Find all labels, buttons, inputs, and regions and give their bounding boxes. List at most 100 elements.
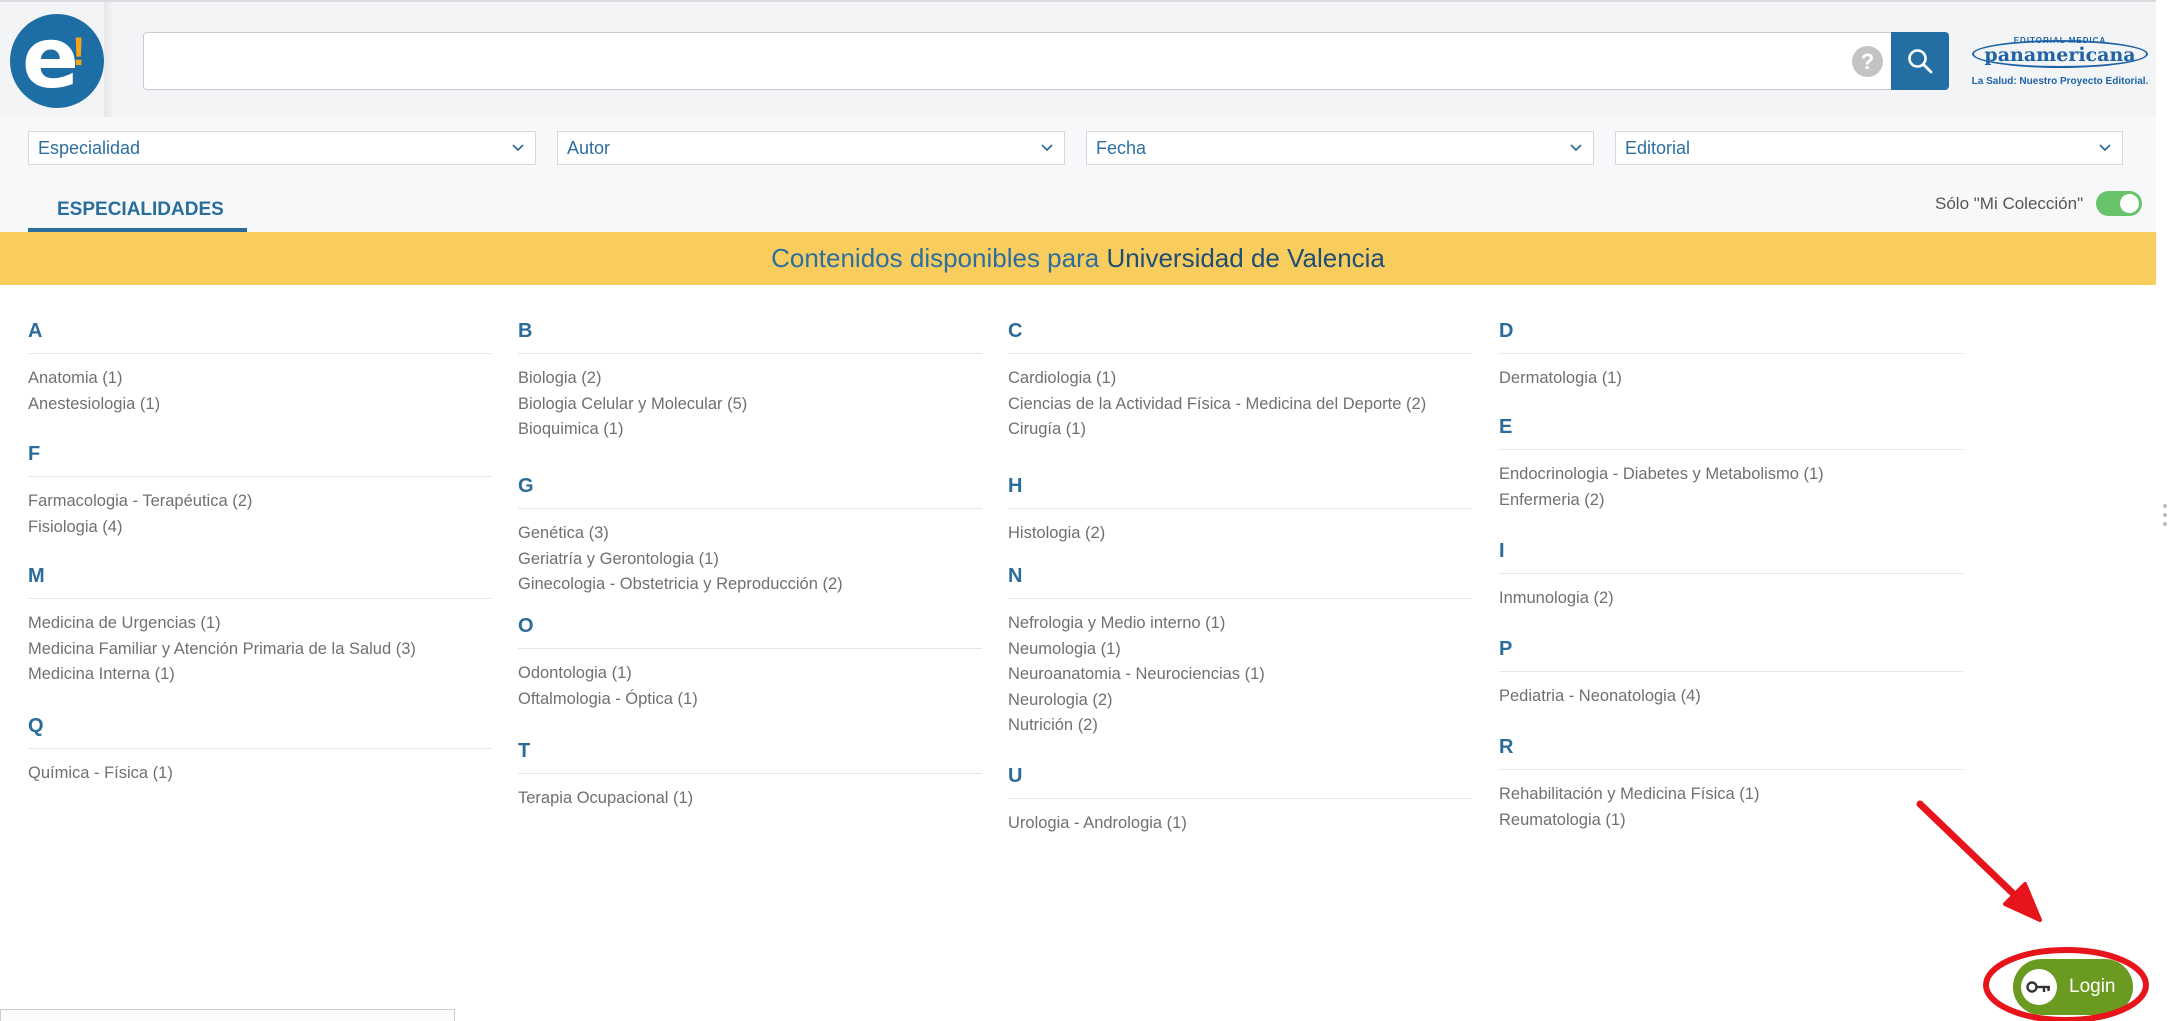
specialty-link[interactable]: Urologia - Andrologia (1) (1008, 811, 1472, 837)
specialty-link[interactable]: Dermatologia (1) (1499, 366, 1963, 392)
banner-prefix: Contenidos disponibles para (771, 243, 1107, 273)
specialty-link[interactable]: Cirugía (1) (1008, 417, 1472, 443)
specialty-list: Odontologia (1) Oftalmologia - Óptica (1) (518, 661, 982, 712)
chevron-down-icon (1570, 144, 1582, 152)
specialty-link[interactable]: Fisiologia (4) (28, 515, 492, 541)
group-letter: T (518, 740, 531, 762)
side-grip-icon[interactable] (2163, 504, 2167, 532)
letter-group-u: U Urologia - Andrologia (1) (1008, 765, 1472, 837)
search-input[interactable] (144, 33, 1891, 89)
chevron-down-icon (1041, 144, 1053, 152)
group-letter: U (1008, 765, 1023, 787)
group-divider (1008, 598, 1472, 599)
group-letter: R (1499, 736, 1514, 758)
group-letter: A (28, 320, 43, 342)
group-letter: D (1499, 320, 1514, 342)
specialty-link[interactable]: Reumatologia (1) (1499, 808, 1963, 834)
specialty-link[interactable]: Neurologia (2) (1008, 688, 1472, 714)
logo-exclamation: ! (72, 30, 86, 74)
specialty-link[interactable]: Neumologia (1) (1008, 637, 1472, 663)
search-field[interactable] (143, 32, 1892, 90)
chevron-down-icon (2099, 144, 2111, 152)
specialty-link[interactable]: Histologia (2) (1008, 521, 1472, 547)
letter-group-p: P Pediatria - Neonatologia (4) (1499, 638, 1963, 710)
group-letter: B (518, 320, 533, 342)
filter-editorial[interactable]: Editorial (1615, 131, 2123, 165)
letter-group-f: F Farmacologia - Terapéutica (2) Fisiologi… (28, 443, 492, 540)
help-icon[interactable]: ? (1852, 46, 1883, 77)
bottom-panel-edge (0, 1009, 455, 1021)
specialty-link[interactable]: Oftalmologia - Óptica (1) (518, 687, 982, 713)
availability-banner: Contenidos disponibles para Universidad … (0, 232, 2156, 285)
letter-group-i: I Inmunologia (2) (1499, 540, 1963, 612)
specialty-link[interactable]: Biologia (2) (518, 366, 982, 392)
specialty-link[interactable]: Geriatría y Gerontologia (1) (518, 547, 982, 573)
tab-label: ESPECIALIDADES (57, 199, 224, 220)
publisher-logo-name: panamericana (1984, 44, 2136, 66)
specialty-link[interactable]: Genética (3) (518, 521, 982, 547)
specialty-link[interactable]: Biologia Celular y Molecular (5) (518, 392, 982, 418)
specialty-list: Farmacologia - Terapéutica (2) Fisiologia… (28, 489, 492, 540)
logo-letter-e: e (22, 9, 79, 107)
key-icon-badge (2021, 969, 2057, 1005)
mi-coleccion-label: Sólo "Mi Colección" (1935, 194, 2084, 213)
specialty-link[interactable]: Medicina de Urgencias (1) (28, 611, 492, 637)
group-letter: Q (28, 715, 44, 737)
group-letter: O (518, 615, 534, 637)
letter-group-o: O Odontologia (1) Oftalmologia - Óptica (1… (518, 615, 982, 712)
filter-autor[interactable]: Autor (557, 131, 1065, 165)
letter-group-n: N Nefrologia y Medio interno (1) Neumologi… (1008, 565, 1472, 739)
chevron-down-icon (512, 144, 524, 152)
specialty-link[interactable]: Farmacologia - Terapéutica (2) (28, 489, 492, 515)
specialty-link[interactable]: Ciencias de la Actividad Física - Medici… (1008, 392, 1472, 418)
filter-especialidad[interactable]: Especialidad (28, 131, 536, 165)
specialty-link[interactable]: Terapia Ocupacional (1) (518, 786, 982, 812)
specialty-list: Urologia - Andrologia (1) (1008, 811, 1472, 837)
specialty-link[interactable]: Nefrologia y Medio interno (1) (1008, 611, 1472, 637)
specialty-link[interactable]: Anatomia (1) (28, 366, 492, 392)
specialty-link[interactable]: Odontologia (1) (518, 661, 982, 687)
specialty-link[interactable]: Bioquimica (1) (518, 417, 982, 443)
specialty-list: Terapia Ocupacional (1) (518, 786, 982, 812)
annotation-arrow-head (2003, 882, 2042, 922)
specialty-link[interactable]: Enfermeria (2) (1499, 488, 1963, 514)
group-divider (28, 748, 492, 749)
mi-coleccion-toggle[interactable] (2096, 191, 2142, 216)
filter-bar: Especialidad Autor Fecha Editorial ESPEC… (0, 117, 2156, 233)
group-divider (1499, 449, 1963, 450)
specialty-link[interactable]: Inmunologia (2) (1499, 586, 1963, 612)
specialty-link[interactable]: Pediatria - Neonatologia (4) (1499, 684, 1963, 710)
specialty-list: Anatomia (1) Anestesiologia (1) (28, 366, 492, 417)
specialty-list: Rehabilitación y Medicina Física (1) Reum… (1499, 782, 1963, 833)
specialty-link[interactable]: Medicina Familiar y Atención Primaria de… (28, 637, 492, 663)
specialty-link[interactable]: Nutrición (2) (1008, 713, 1472, 739)
specialty-list: Genética (3) Geriatría y Gerontologia (1)… (518, 521, 982, 598)
tab-especialidades[interactable]: ESPECIALIDADES (28, 191, 247, 233)
specialty-list: Histologia (2) (1008, 521, 1472, 547)
letter-group-q: Q Química - Física (1) (28, 715, 492, 787)
specialty-link[interactable]: Anestesiologia (1) (28, 392, 492, 418)
specialty-link[interactable]: Ginecologia - Obstetricia y Reproducción… (518, 572, 982, 598)
search-button[interactable] (1891, 32, 1949, 90)
specialty-link[interactable]: Endocrinologia - Diabetes y Metabolismo … (1499, 462, 1963, 488)
publisher-logo[interactable]: EDITORIAL MEDICA panamericana La Salud: … (1970, 36, 2150, 88)
specialty-link[interactable]: Rehabilitación y Medicina Física (1) (1499, 782, 1963, 808)
filter-fecha[interactable]: Fecha (1086, 131, 1594, 165)
group-divider (1499, 671, 1963, 672)
search-icon (1908, 49, 1933, 74)
group-letter: H (1008, 475, 1023, 497)
group-divider (28, 476, 492, 477)
specialty-list: Cardiologia (1) Ciencias de la Actividad … (1008, 366, 1472, 443)
specialty-link[interactable]: Medicina Interna (1) (28, 662, 492, 688)
publisher-logo-tagline: La Salud: Nuestro Proyecto Editorial. (1971, 76, 2149, 87)
login-button[interactable]: Login (2013, 959, 2133, 1015)
letter-group-m: M Medicina de Urgencias (1) Medicina Famil… (28, 565, 492, 688)
group-letter: P (1499, 638, 1513, 660)
letter-group-b: B Biologia (2) Biologia Celular y Molecula… (518, 320, 982, 443)
specialty-link[interactable]: Neuroanatomia - Neurociencias (1) (1008, 662, 1472, 688)
site-logo[interactable]: e ! (10, 14, 104, 108)
key-icon (2026, 981, 2050, 993)
specialty-link[interactable]: Química - Física (1) (28, 761, 492, 787)
letter-group-e: E Endocrinologia - Diabetes y Metabolismo… (1499, 416, 1963, 513)
specialty-link[interactable]: Cardiologia (1) (1008, 366, 1472, 392)
